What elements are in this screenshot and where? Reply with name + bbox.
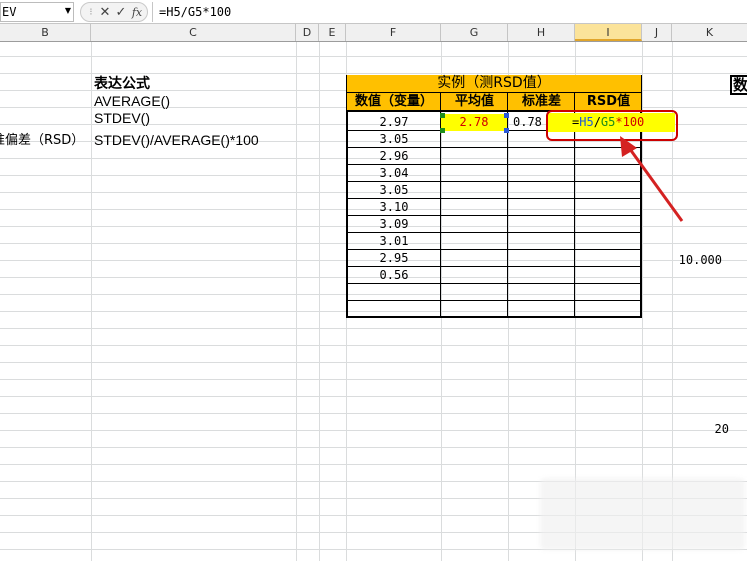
- header-value[interactable]: 数值（变量）: [347, 93, 441, 110]
- value-cell[interactable]: 3.05: [347, 182, 441, 199]
- name-box-dropdown-icon[interactable]: ▼: [63, 2, 73, 20]
- formula-text: =H5/G5*100: [159, 5, 232, 19]
- column-header-c[interactable]: C: [91, 24, 296, 41]
- value-cell[interactable]: 2.95: [347, 250, 441, 267]
- cell-k-value-2[interactable]: 20: [672, 421, 729, 438]
- column-header-k[interactable]: K: [672, 24, 747, 41]
- watermark: [540, 478, 745, 550]
- selection-handle[interactable]: [440, 113, 445, 118]
- formula-header-cell[interactable]: 表达公式: [94, 76, 150, 93]
- column-header-b[interactable]: B: [0, 24, 91, 41]
- column-header-j[interactable]: J: [642, 24, 672, 41]
- name-box-value: EV: [2, 5, 17, 19]
- cell-rsd-label[interactable]: 准偏差（RSD）: [0, 132, 84, 149]
- value-cell[interactable]: 3.01: [347, 233, 441, 250]
- grid-line: [296, 42, 297, 561]
- column-header: B C D E F G H I J K: [0, 24, 747, 42]
- cell-stdev-formula[interactable]: STDEV(): [94, 110, 150, 127]
- value-cell[interactable]: 3.05: [347, 131, 441, 148]
- value-cell[interactable]: 3.09: [347, 216, 441, 233]
- selection-handle[interactable]: [440, 128, 445, 133]
- column-header-i[interactable]: I: [575, 24, 642, 41]
- value-cell[interactable]: 0.56: [347, 267, 441, 284]
- value-cell[interactable]: 3.04: [347, 165, 441, 182]
- column-header-d[interactable]: D: [296, 24, 319, 41]
- grid-line: [91, 42, 92, 561]
- cell-average-formula[interactable]: AVERAGE(): [94, 93, 170, 110]
- value-cell[interactable]: 3.10: [347, 199, 441, 216]
- column-header-g[interactable]: G: [441, 24, 508, 41]
- formula-input[interactable]: =H5/G5*100: [152, 2, 747, 22]
- column-header-h[interactable]: H: [508, 24, 575, 41]
- column-header-f[interactable]: F: [346, 24, 441, 41]
- value-cell[interactable]: 2.97: [347, 114, 441, 131]
- grid-line: [319, 42, 320, 561]
- formula-buttons: ⁝ ✕ ✓ fx: [80, 2, 148, 22]
- cell-k-header[interactable]: 数: [730, 75, 747, 95]
- cancel-icon[interactable]: ✕: [97, 5, 113, 21]
- column-header-e[interactable]: E: [319, 24, 346, 41]
- value-cell[interactable]: 2.96: [347, 148, 441, 165]
- cell-b-row2[interactable]: I: [0, 110, 1, 127]
- cell-rsd-formula[interactable]: STDEV()/AVERAGE()*100: [94, 132, 259, 149]
- header-stdev[interactable]: 标准差: [508, 93, 575, 110]
- table-row-line: [347, 317, 641, 318]
- cell-stdev-result[interactable]: 0.78: [508, 114, 548, 131]
- annotation-arrow: [620, 136, 684, 222]
- cell-average-result[interactable]: 2.78: [441, 114, 507, 131]
- table-row-line: [347, 300, 641, 301]
- enter-icon[interactable]: ✓: [113, 5, 129, 21]
- table-title[interactable]: 实例（测RSD值）: [347, 75, 641, 92]
- header-average[interactable]: 平均值: [441, 93, 508, 110]
- cell-k-value-1[interactable]: 10.000: [672, 252, 722, 269]
- cell-b-row1[interactable]: I: [0, 93, 1, 110]
- formula-bar: EV ▼ ⁝ ✕ ✓ fx =H5/G5*100: [0, 0, 747, 24]
- insert-function-icon[interactable]: fx: [129, 5, 145, 21]
- header-rsd[interactable]: RSD值: [575, 93, 642, 110]
